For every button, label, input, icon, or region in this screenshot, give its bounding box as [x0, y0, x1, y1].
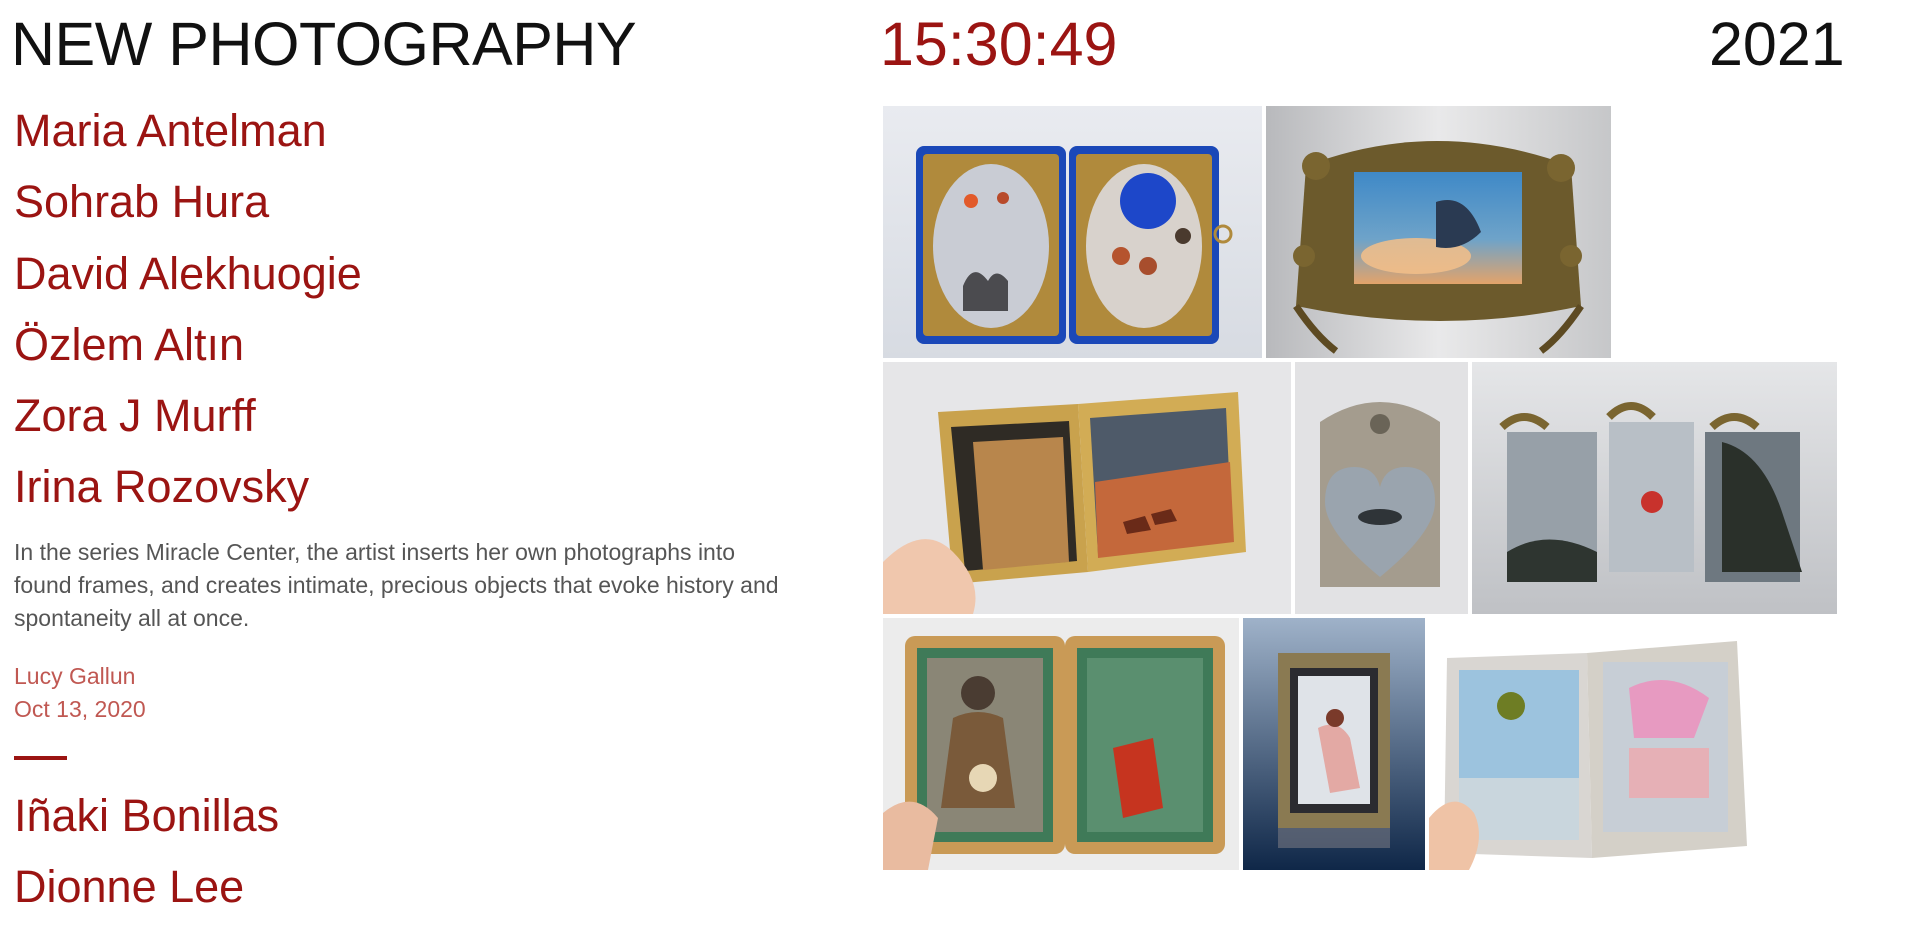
artist-link[interactable]: David Alekhuogie: [14, 238, 362, 309]
triptych-glass-frame-photo[interactable]: [1472, 362, 1837, 614]
year-label: 2021: [1709, 10, 1845, 78]
section-divider: [14, 756, 67, 760]
dark-jeweled-frame-photo[interactable]: [1243, 618, 1425, 870]
artist-list: Maria Antelman Sohrab Hura David Alekhuo…: [14, 95, 362, 523]
feature-author[interactable]: Lucy Gallun: [14, 660, 135, 693]
artist-link[interactable]: Sohrab Hura: [14, 166, 362, 237]
gold-green-diptych-photo[interactable]: [883, 618, 1239, 870]
artist-list-secondary: Iñaki Bonillas Dionne Lee: [14, 780, 279, 923]
artist-link[interactable]: Maria Antelman: [14, 95, 362, 166]
page-title: NEW PHOTOGRAPHY: [11, 10, 637, 78]
gold-diptych-in-hand-photo[interactable]: [883, 362, 1291, 614]
artist-link[interactable]: Dionne Lee: [14, 851, 279, 922]
artist-link[interactable]: Irina Rozovsky: [14, 451, 362, 522]
heart-silver-frame-photo[interactable]: [1295, 362, 1468, 614]
feature-description: In the series Miracle Center, the artist…: [14, 539, 779, 631]
feature-date: Oct 13, 2020: [14, 696, 146, 722]
ornate-brass-frame-photo[interactable]: [1266, 106, 1611, 358]
silver-diptych-in-hand-photo[interactable]: [1429, 618, 1763, 870]
artist-link[interactable]: Zora J Murff: [14, 380, 362, 451]
blue-diptych-frame-photo[interactable]: [883, 106, 1262, 358]
artist-link[interactable]: Özlem Altın: [14, 309, 362, 380]
artist-link[interactable]: Iñaki Bonillas: [14, 780, 279, 851]
clock-display: 15:30:49: [880, 10, 1118, 78]
